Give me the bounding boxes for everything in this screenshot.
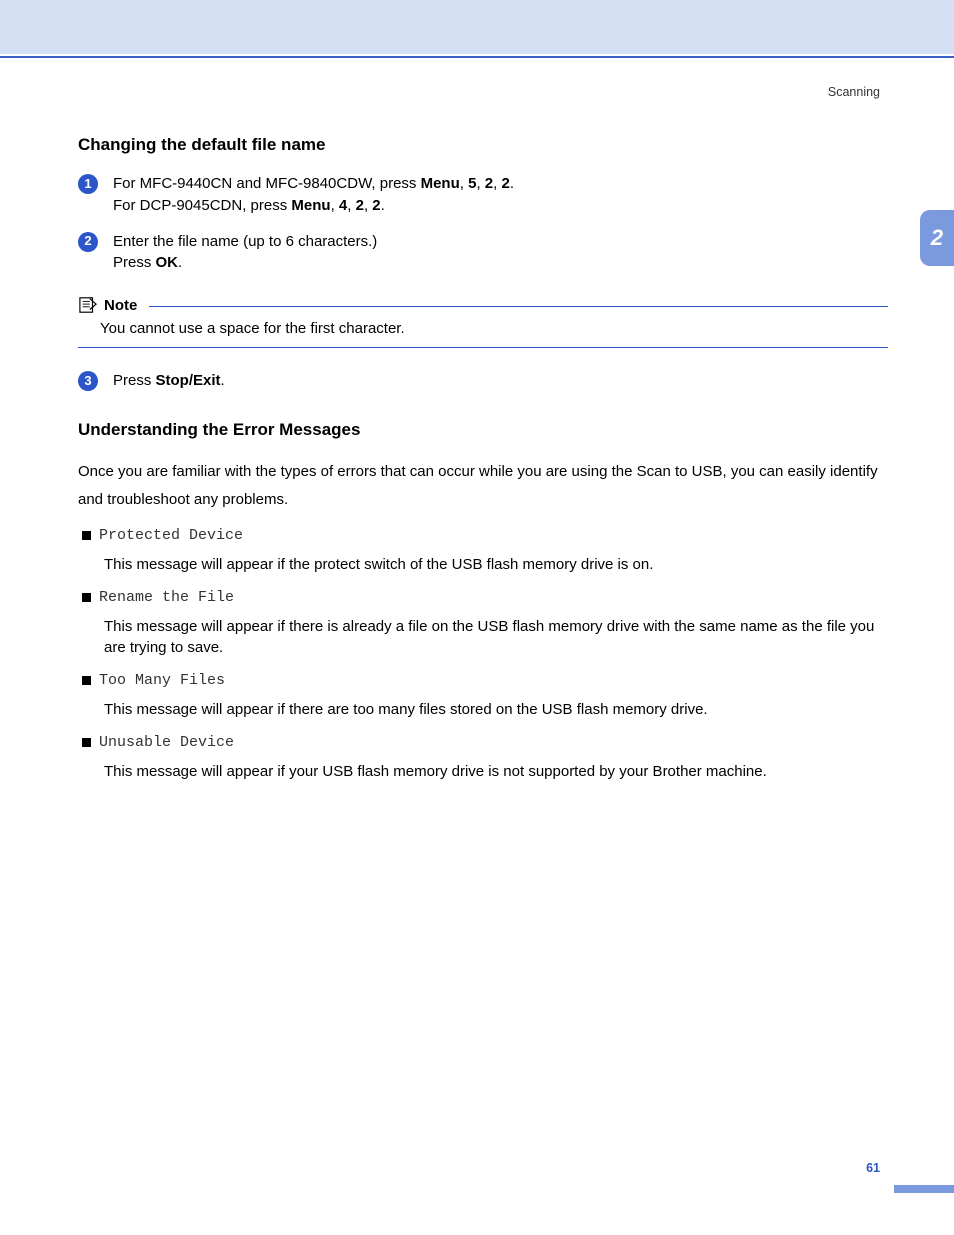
error-item-too-many-files: Too Many Files This message will appear …: [82, 672, 888, 720]
error-code: Too Many Files: [99, 672, 225, 689]
error-item-unusable-device: Unusable Device This message will appear…: [82, 734, 888, 782]
key-2d: 2: [372, 197, 380, 214]
top-rule: [0, 56, 954, 58]
error-intro: Once you are familiar with the types of …: [78, 458, 888, 515]
heading-changing-default-file-name: Changing the default file name: [78, 135, 888, 155]
error-code: Protected Device: [99, 527, 243, 544]
step-3-pre: Press: [113, 372, 156, 389]
error-code: Rename the File: [99, 589, 234, 606]
chapter-tab: 2: [920, 210, 954, 266]
menu-key-b: Menu: [291, 197, 330, 214]
key-2c: 2: [356, 197, 364, 214]
note-body: You cannot use a space for the first cha…: [78, 314, 888, 347]
menu-key: Menu: [421, 175, 460, 192]
step-1: 1 For MFC-9440CN and MFC-9840CDW, press …: [78, 173, 888, 217]
bullet-icon: [82, 676, 91, 685]
step-3: 3 Press Stop/Exit.: [78, 370, 888, 392]
error-desc: This message will appear if there is alr…: [104, 616, 888, 658]
bullet-icon: [82, 531, 91, 540]
bullet-icon: [82, 593, 91, 602]
step-1a-text: For MFC-9440CN and MFC-9840CDW, press: [113, 175, 421, 192]
footer-accent-bar: [894, 1185, 954, 1193]
note-icon: [78, 296, 98, 314]
step-1b-text: For DCP-9045CDN, press: [113, 197, 291, 214]
step-number-2-icon: 2: [78, 232, 98, 252]
step-3-body: Press Stop/Exit.: [113, 370, 888, 392]
step-2-line2-pre: Press: [113, 254, 156, 271]
step-2-line1: Enter the file name (up to 6 characters.…: [113, 233, 377, 250]
page-number: 61: [866, 1161, 880, 1175]
step-number-1-icon: 1: [78, 174, 98, 194]
chapter-number: 2: [931, 225, 943, 251]
key-4: 4: [339, 197, 347, 214]
key-2: 2: [485, 175, 493, 192]
key-2b: 2: [501, 175, 509, 192]
error-item-rename-file: Rename the File This message will appear…: [82, 589, 888, 658]
stop-exit-key: Stop/Exit: [156, 372, 221, 389]
heading-error-messages: Understanding the Error Messages: [78, 420, 888, 440]
error-desc: This message will appear if the protect …: [104, 554, 888, 575]
key-5: 5: [468, 175, 476, 192]
top-banner: [0, 0, 954, 54]
running-header: Scanning: [828, 85, 880, 99]
step-number-3-icon: 3: [78, 371, 98, 391]
error-desc: This message will appear if your USB fla…: [104, 761, 888, 782]
note-label: Note: [104, 297, 137, 314]
note-rule-bottom: [78, 347, 888, 348]
bullet-icon: [82, 738, 91, 747]
step-1-body: For MFC-9440CN and MFC-9840CDW, press Me…: [113, 173, 888, 217]
error-code: Unusable Device: [99, 734, 234, 751]
note-header: Note: [78, 296, 888, 314]
step-2: 2 Enter the file name (up to 6 character…: [78, 231, 888, 275]
error-item-protected-device: Protected Device This message will appea…: [82, 527, 888, 575]
step-2-body: Enter the file name (up to 6 characters.…: [113, 231, 888, 275]
page-content: Changing the default file name 1 For MFC…: [78, 135, 888, 796]
note-block: Note You cannot use a space for the firs…: [78, 296, 888, 348]
note-rule-top: [149, 306, 888, 307]
ok-key: OK: [156, 254, 179, 271]
error-desc: This message will appear if there are to…: [104, 699, 888, 720]
